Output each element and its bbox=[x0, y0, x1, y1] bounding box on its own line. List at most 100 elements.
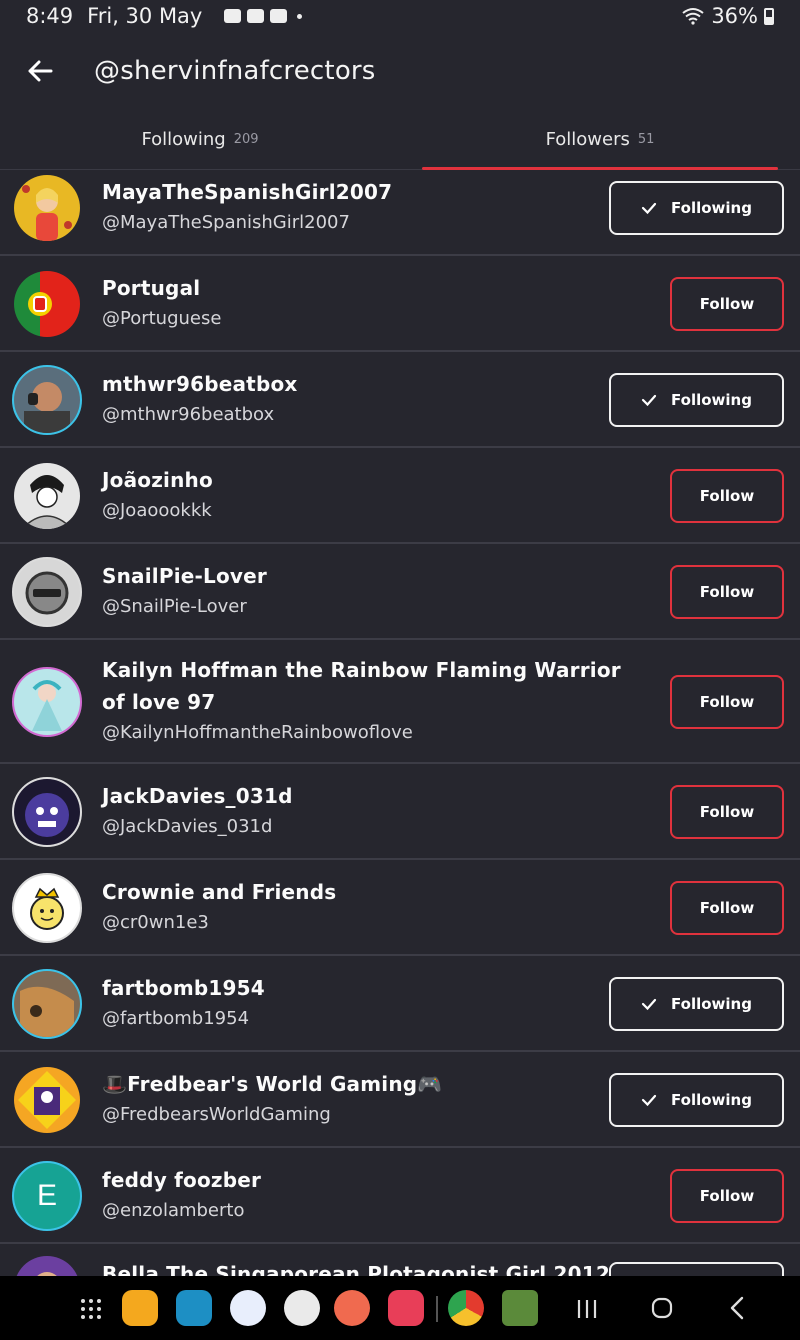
display-name[interactable]: feddy foozber bbox=[102, 1164, 622, 1196]
home-icon[interactable] bbox=[650, 1296, 674, 1320]
avatar[interactable] bbox=[14, 971, 80, 1037]
status-date: Fri, 30 May bbox=[87, 4, 203, 28]
avatar[interactable] bbox=[14, 559, 80, 625]
display-name[interactable]: Kailyn Hoffman the Rainbow Flaming Warri… bbox=[102, 654, 622, 718]
messages-app-icon[interactable] bbox=[230, 1290, 266, 1326]
display-name[interactable]: JackDavies_031d bbox=[102, 780, 622, 812]
files-app-icon[interactable] bbox=[122, 1290, 158, 1326]
avatar[interactable] bbox=[14, 779, 80, 845]
tab-followers-count: 51 bbox=[637, 132, 655, 147]
display-name[interactable]: 🎩Fredbear's World Gaming🎮 bbox=[102, 1068, 622, 1100]
tab-bar: Following 209 Followers 51 bbox=[0, 110, 800, 170]
follow-button[interactable]: Follow bbox=[670, 277, 784, 331]
recent-apps-icon[interactable] bbox=[576, 1298, 598, 1320]
contacts-app-icon[interactable] bbox=[334, 1290, 370, 1326]
dock-divider bbox=[436, 1296, 438, 1322]
list-item[interactable]: Bella The Singaporean Plotagonist Girl 2… bbox=[0, 1244, 800, 1276]
list-item[interactable]: mthwr96beatbox @mthwr96beatbox Following bbox=[0, 352, 800, 448]
display-name[interactable]: SnailPie-Lover bbox=[102, 560, 622, 592]
following-button[interactable]: Following bbox=[609, 1073, 784, 1127]
minecraft-app-icon[interactable] bbox=[502, 1290, 538, 1326]
list-item[interactable]: Kailyn Hoffman the Rainbow Flaming Warri… bbox=[0, 640, 800, 764]
tab-following[interactable]: Following 209 bbox=[0, 110, 400, 169]
back-arrow-icon bbox=[28, 60, 53, 82]
follow-button[interactable]: Follow bbox=[670, 1169, 784, 1223]
list-item[interactable]: Portugal @Portuguese Follow bbox=[0, 256, 800, 352]
username: @Portuguese bbox=[102, 308, 222, 329]
following-button[interactable]: Following bbox=[609, 181, 784, 235]
list-item[interactable]: SnailPie-Lover @SnailPie-Lover Follow bbox=[0, 544, 800, 640]
notification-icons bbox=[224, 9, 303, 23]
avatar[interactable] bbox=[14, 175, 80, 241]
youtube-notification-icon-2 bbox=[270, 9, 288, 23]
wifi-icon bbox=[682, 8, 704, 25]
following-button[interactable]: Following bbox=[609, 373, 784, 427]
chrome-app-icon[interactable] bbox=[448, 1290, 484, 1326]
list-item[interactable]: JackDavies_031d @JackDavies_031d Follow bbox=[0, 764, 800, 860]
list-item[interactable]: Crownie and Friends @cr0wn1e3 Follow bbox=[0, 860, 800, 956]
list-item[interactable]: 🎩Fredbear's World Gaming🎮 @FredbearsWorl… bbox=[0, 1052, 800, 1148]
follow-button-label: Follow bbox=[699, 803, 755, 821]
username: @KailynHoffmantheRainbowoflove bbox=[102, 722, 413, 743]
follow-button-label: Follow bbox=[699, 583, 755, 601]
avatar[interactable] bbox=[14, 1067, 80, 1133]
avatar[interactable] bbox=[14, 463, 80, 529]
tab-followers-label: Followers bbox=[545, 129, 630, 150]
more-notifications-icon bbox=[297, 13, 303, 19]
list-item[interactable]: fartbomb1954 @fartbomb1954 Following bbox=[0, 956, 800, 1052]
display-name[interactable]: MayaTheSpanishGirl2007 bbox=[102, 176, 622, 208]
back-button[interactable] bbox=[0, 36, 80, 106]
avatar-letter: E bbox=[36, 1179, 57, 1212]
display-name[interactable]: mthwr96beatbox bbox=[102, 368, 622, 400]
camera-app-icon[interactable] bbox=[388, 1290, 424, 1326]
display-name[interactable]: Crownie and Friends bbox=[102, 876, 622, 908]
display-name[interactable]: Portugal bbox=[102, 272, 622, 304]
back-nav-icon[interactable] bbox=[728, 1296, 748, 1320]
battery-percent: 36% bbox=[711, 4, 758, 28]
page-title: @shervinfnafcrectors bbox=[94, 56, 376, 86]
status-time: 8:49 bbox=[26, 4, 74, 28]
list-item[interactable]: E feddy foozber @enzolamberto Follow bbox=[0, 1148, 800, 1244]
battery-icon bbox=[764, 7, 774, 25]
avatar[interactable] bbox=[14, 271, 80, 337]
avatar[interactable] bbox=[14, 875, 80, 941]
check-icon bbox=[641, 998, 657, 1011]
follow-button[interactable]: Follow bbox=[670, 565, 784, 619]
username: @FredbearsWorldGaming bbox=[102, 1104, 331, 1125]
display-name[interactable]: Joãozinho bbox=[102, 464, 622, 496]
following-button-label: Following bbox=[671, 995, 752, 1013]
list-item[interactable]: Joãozinho @Joaoookkk Follow bbox=[0, 448, 800, 544]
follow-button[interactable]: Follow bbox=[670, 785, 784, 839]
tab-followers[interactable]: Followers 51 bbox=[400, 110, 800, 170]
follow-button-label: Follow bbox=[699, 899, 755, 917]
calendar-app-icon[interactable] bbox=[176, 1290, 212, 1326]
username: @SnailPie-Lover bbox=[102, 596, 247, 617]
username: @enzolamberto bbox=[102, 1200, 245, 1221]
tab-following-label: Following bbox=[141, 129, 226, 150]
list-item[interactable]: MayaTheSpanishGirl2007 @MayaTheSpanishGi… bbox=[0, 170, 800, 256]
follow-button-label: Follow bbox=[699, 487, 755, 505]
app-drawer-icon[interactable] bbox=[80, 1298, 102, 1320]
check-icon bbox=[641, 1094, 657, 1107]
following-button[interactable]: Following bbox=[609, 977, 784, 1031]
messenger-app-icon[interactable] bbox=[284, 1290, 320, 1326]
follow-button[interactable]: Follow bbox=[670, 469, 784, 523]
avatar[interactable] bbox=[14, 367, 80, 433]
avatar[interactable] bbox=[14, 1256, 80, 1276]
avatar[interactable] bbox=[14, 669, 80, 735]
avatar[interactable]: E bbox=[14, 1163, 80, 1229]
youtube-notification-icon bbox=[247, 9, 265, 23]
username: @fartbomb1954 bbox=[102, 1008, 250, 1029]
gallery-notification-icon bbox=[224, 9, 242, 23]
tab-following-count: 209 bbox=[233, 132, 259, 147]
followers-list[interactable]: MayaTheSpanishGirl2007 @MayaTheSpanishGi… bbox=[0, 170, 800, 1276]
display-name[interactable]: Bella The Singaporean Plotagonist Girl 2… bbox=[102, 1258, 622, 1276]
follow-button[interactable]: Follow bbox=[670, 881, 784, 935]
username: @MayaTheSpanishGirl2007 bbox=[102, 212, 350, 233]
status-bar: 8:49 Fri, 30 May 36% bbox=[0, 0, 800, 32]
username: @Joaoookkk bbox=[102, 500, 212, 521]
username: @cr0wn1e3 bbox=[102, 912, 209, 933]
following-button[interactable]: Following bbox=[609, 1262, 784, 1276]
follow-button[interactable]: Follow bbox=[670, 675, 784, 729]
display-name[interactable]: fartbomb1954 bbox=[102, 972, 622, 1004]
